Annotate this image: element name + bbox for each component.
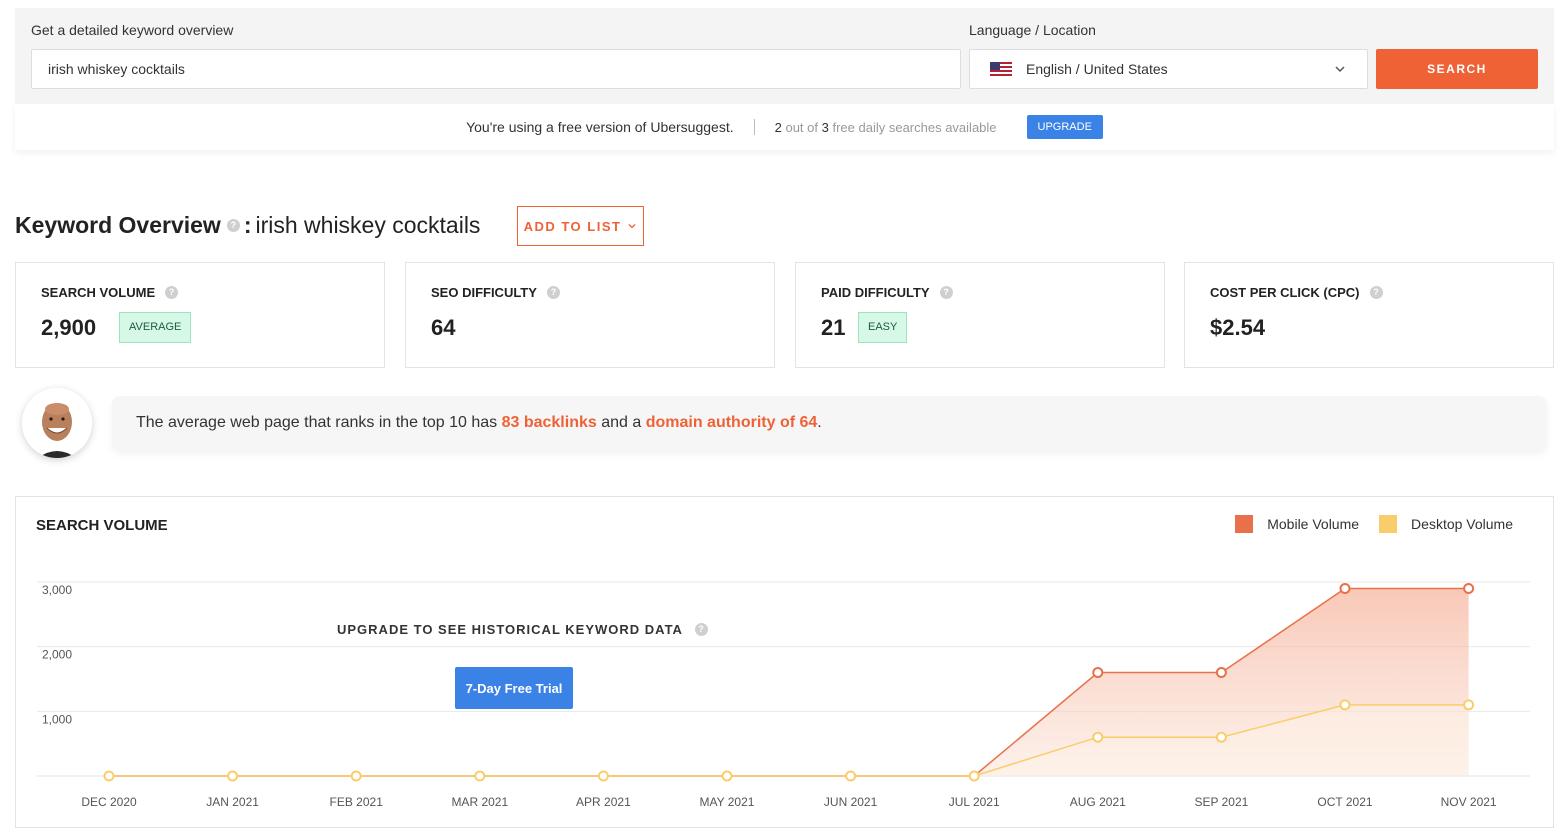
free-version-bar: You're using a free version of Ubersugge…: [15, 104, 1554, 150]
language-value: English / United States: [1026, 61, 1168, 77]
card-paid-difficulty: PAID DIFFICULTY? 21 EASY: [795, 262, 1165, 368]
x-tick-label: JUL 2021: [949, 795, 1000, 809]
seo-difficulty-value: 64: [431, 315, 456, 340]
mobile-point: [1092, 667, 1104, 679]
x-tick-label: MAR 2021: [451, 795, 508, 809]
x-tick-label: MAY 2021: [700, 795, 755, 809]
x-tick-label: NOV 2021: [1441, 795, 1497, 809]
add-to-list-button[interactable]: ADD TO LIST: [517, 206, 644, 246]
upgrade-button[interactable]: UPGRADE: [1026, 115, 1103, 139]
desktop-point: [721, 770, 733, 782]
keyword-heading: irish whiskey cocktails: [255, 212, 481, 238]
search-volume-chart: 3,000 2,000 1,000 DEC 2020 JAN 2021 FEB 2021 M…: [15, 496, 1554, 828]
domain-authority-link[interactable]: domain authority of 64: [646, 414, 818, 432]
y-tick-label: 2,000: [42, 648, 72, 662]
free-trial-button[interactable]: 7-Day Free Trial: [455, 667, 573, 709]
desktop-point: [597, 770, 609, 782]
chart-legend: Mobile Volume Desktop Volume: [1215, 515, 1513, 533]
legend-item-desktop[interactable]: Desktop Volume: [1379, 515, 1513, 533]
search-volume-value: 2,900: [41, 315, 97, 340]
desktop-point: [845, 770, 857, 782]
card-seo-difficulty: SEO DIFFICULTY? 64: [405, 262, 775, 368]
page-title: Keyword Overview ? : irish whiskey cockt…: [15, 212, 481, 238]
keyword-label: Get a detailed keyword overview: [31, 22, 234, 38]
x-tick-label: SEP 2021: [1194, 795, 1248, 809]
mobile-swatch: [1235, 515, 1254, 533]
chevron-down-icon: [628, 224, 636, 229]
x-tick-label: JUN 2021: [824, 795, 878, 809]
help-icon[interactable]: ?: [1369, 286, 1383, 299]
chart-title: SEARCH VOLUME: [36, 517, 168, 534]
desktop-point: [1339, 699, 1351, 711]
desktop-point: [1463, 699, 1475, 711]
searches-remaining: 2 out of 3 free daily searches available: [774, 119, 997, 135]
y-tick-label: 3,000: [42, 583, 72, 597]
chevron-down-icon: [1335, 66, 1345, 73]
backlinks-link[interactable]: 83 backlinks: [502, 414, 597, 432]
keyword-input[interactable]: [31, 49, 961, 89]
us-flag-icon: [990, 62, 1012, 76]
mobile-point: [1215, 667, 1227, 679]
cpc-value: $2.54: [1210, 315, 1266, 340]
legend-item-mobile[interactable]: Mobile Volume: [1235, 515, 1359, 533]
avatar: [22, 388, 92, 458]
insight-banner: The average web page that ranks in the t…: [112, 396, 1547, 450]
x-tick-label: FEB 2021: [330, 795, 384, 809]
help-icon[interactable]: ?: [939, 286, 953, 299]
desktop-point: [103, 770, 115, 782]
language-select[interactable]: English / United States: [969, 49, 1368, 89]
mobile-point: [1463, 582, 1475, 594]
x-tick-label: AUG 2021: [1070, 795, 1126, 809]
desktop-swatch: [1379, 515, 1398, 533]
card-cpc: COST PER CLICK (CPC)? $2.54: [1184, 262, 1554, 368]
desktop-point: [1215, 731, 1227, 743]
x-tick-label: OCT 2021: [1317, 795, 1372, 809]
status-badge: AVERAGE: [119, 312, 192, 343]
desktop-point: [474, 770, 486, 782]
help-icon[interactable]: ?: [165, 286, 179, 299]
status-badge: EASY: [858, 312, 908, 343]
x-tick-label: JAN 2021: [206, 795, 259, 809]
mobile-point: [1339, 582, 1351, 594]
free-version-text: You're using a free version of Ubersugge…: [466, 119, 734, 135]
divider: [753, 119, 755, 135]
paid-difficulty-value: 21: [821, 315, 846, 340]
desktop-point: [350, 770, 362, 782]
help-icon[interactable]: ?: [546, 286, 560, 299]
desktop-point: [227, 770, 239, 782]
search-panel: Get a detailed keyword overview Language…: [15, 8, 1554, 104]
card-search-volume: SEARCH VOLUME? 2,900 AVERAGE: [15, 262, 385, 368]
language-label: Language / Location: [969, 22, 1096, 38]
search-button[interactable]: SEARCH: [1376, 49, 1538, 89]
upgrade-history-label: UPGRADE TO SEE HISTORICAL KEYWORD DATA ?: [337, 622, 708, 637]
desktop-point: [968, 770, 980, 782]
y-tick-label: 1,000: [42, 712, 72, 726]
help-icon[interactable]: ?: [694, 623, 708, 636]
desktop-point: [1092, 731, 1104, 743]
x-tick-label: APR 2021: [576, 795, 631, 809]
chart-canvas: 3,000 2,000 1,000 DEC 2020 JAN 2021 FEB 2021 M…: [37, 581, 1530, 809]
x-tick-label: DEC 2020: [81, 795, 137, 809]
help-icon[interactable]: ?: [226, 219, 240, 232]
